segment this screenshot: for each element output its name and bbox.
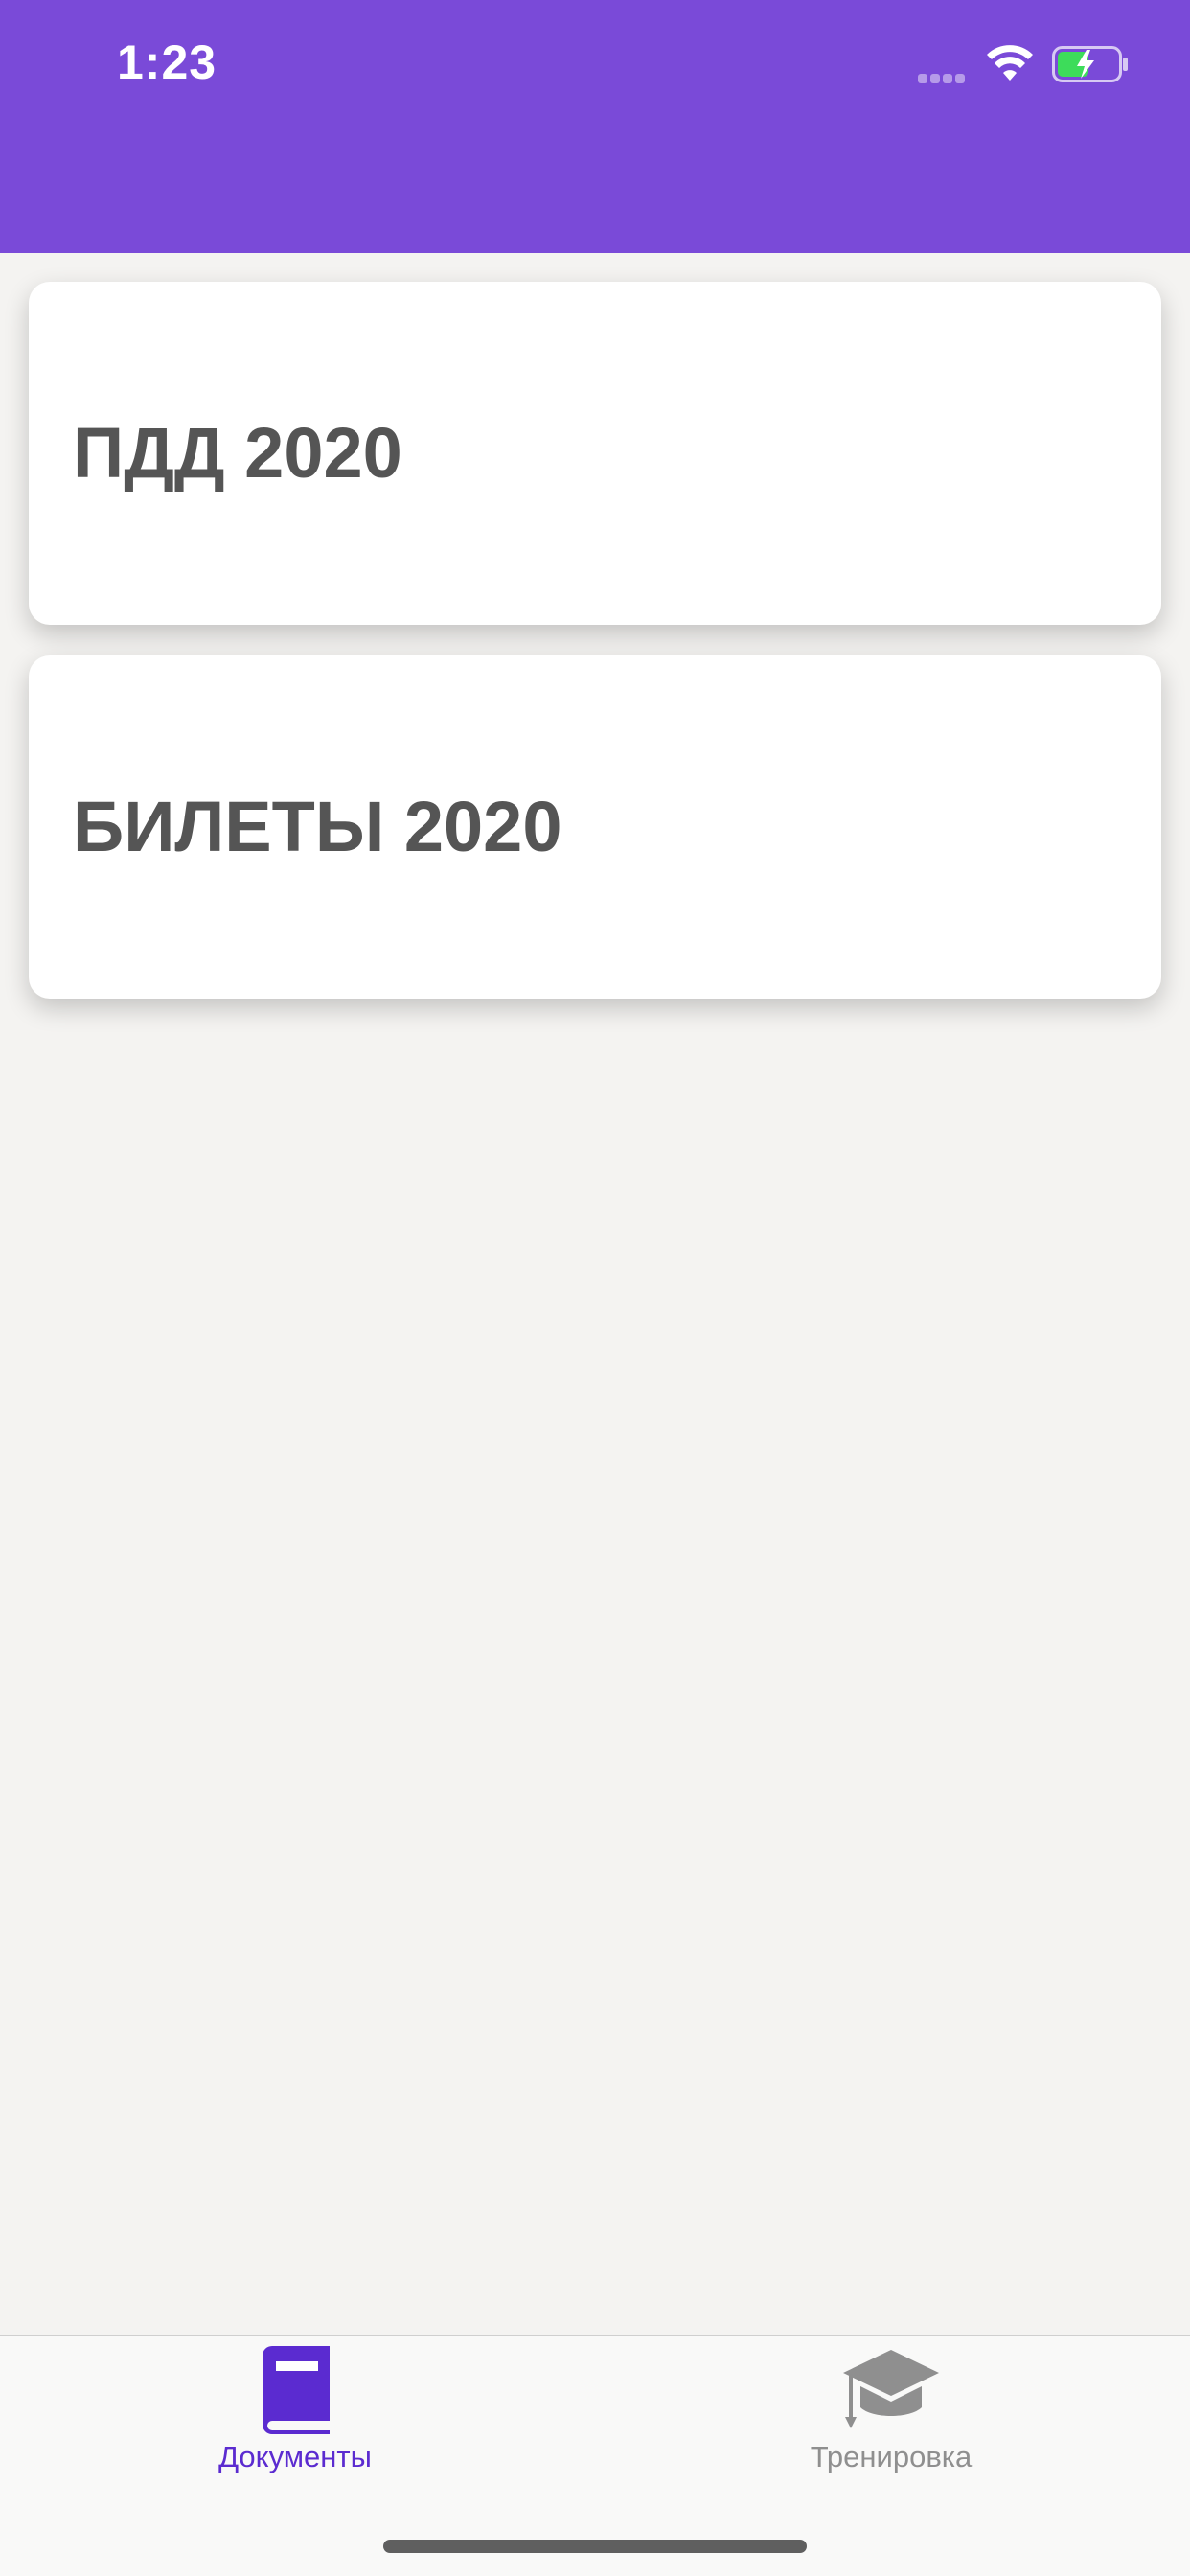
tab-training[interactable]: Тренировка <box>738 2336 1044 2499</box>
card-tickets-2020[interactable]: БИЛЕТЫ 2020 <box>29 656 1161 999</box>
tab-documents-label: Документы <box>218 2440 372 2473</box>
card-pdd-2020[interactable]: ПДД 2020 <box>29 282 1161 625</box>
app-header: 1:23 <box>0 0 1190 253</box>
tab-documents[interactable]: Документы <box>142 2336 448 2499</box>
home-indicator[interactable] <box>383 2540 807 2553</box>
status-bar-time: 1:23 <box>117 35 217 89</box>
wifi-icon <box>987 45 1033 80</box>
card-title: БИЛЕТЫ 2020 <box>73 787 562 866</box>
book-icon <box>263 2346 330 2434</box>
tab-bar: Документы Тренировка <box>0 2334 1190 2576</box>
cellular-signal-icon <box>918 71 972 83</box>
battery-charging-icon <box>1052 46 1128 82</box>
card-title: ПДД 2020 <box>73 413 402 493</box>
tab-training-label: Тренировка <box>810 2440 973 2473</box>
graduation-cap-icon <box>843 2350 939 2428</box>
